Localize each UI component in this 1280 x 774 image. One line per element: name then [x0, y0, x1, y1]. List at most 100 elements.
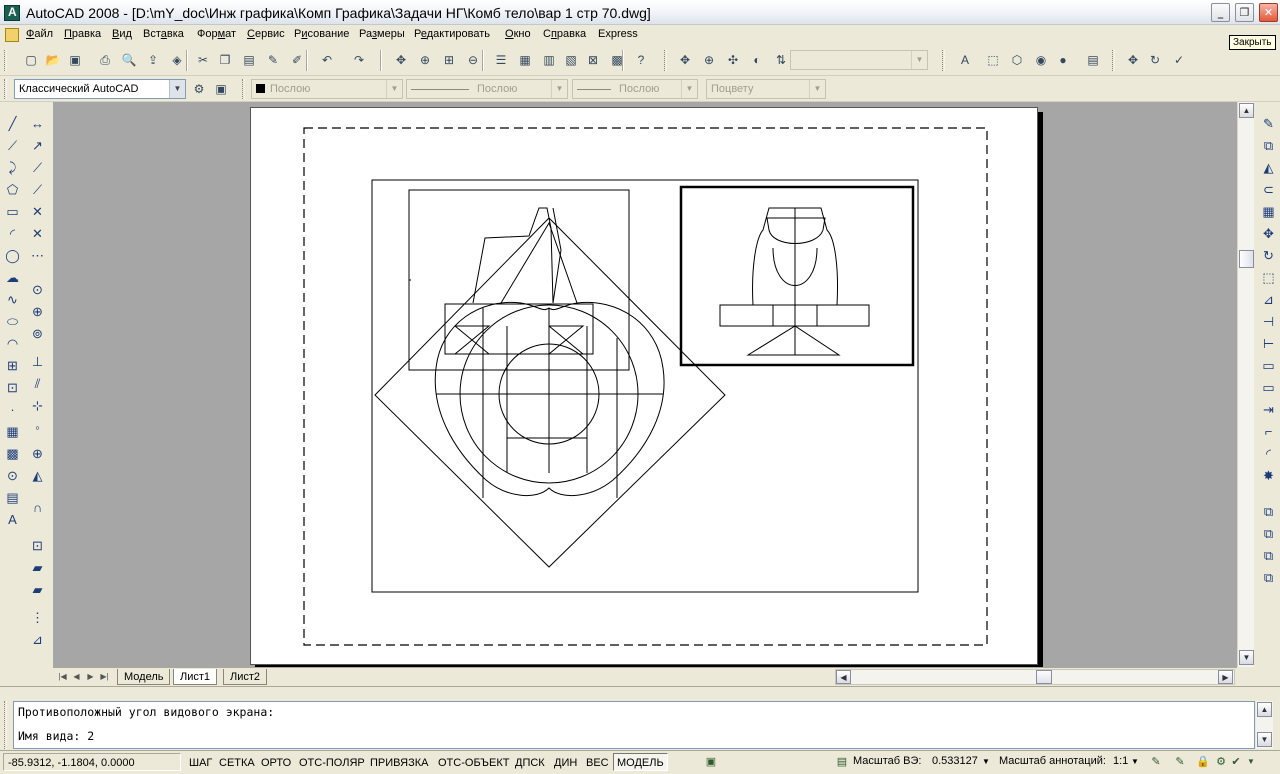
check-icon[interactable]: ✓ — [1170, 51, 1188, 69]
zoom-previous-icon[interactable]: ⊖ — [464, 51, 482, 69]
menu-item[interactable]: Сервис — [247, 28, 285, 40]
scroll-down-icon[interactable]: ▼ — [1239, 650, 1254, 665]
workspace-settings-icon[interactable]: ⚙ — [190, 80, 208, 98]
chevron-down-icon[interactable]: ▼ — [982, 757, 990, 766]
offset-icon[interactable]: ⊂ — [1259, 180, 1278, 199]
chevron-down-icon[interactable]: ▼ — [1131, 757, 1139, 766]
pan-icon-2[interactable]: ✥ — [676, 51, 694, 69]
properties-icon[interactable]: ☰ — [492, 51, 510, 69]
menu-item[interactable]: Правка — [64, 28, 101, 40]
print-icon[interactable]: ⎙ — [96, 51, 114, 69]
scroll-right-icon[interactable]: ▶ — [1218, 670, 1233, 684]
tab-model[interactable]: Модель — [117, 669, 171, 685]
help-icon[interactable]: ? — [632, 51, 650, 69]
mode-toggle-0[interactable]: ШАГ — [185, 753, 216, 771]
move-icon[interactable]: ✥ — [1259, 224, 1278, 243]
menu-item[interactable]: Файл — [26, 28, 53, 40]
menu-item[interactable]: Рисование — [294, 28, 349, 40]
prev-tab-icon[interactable]: ◀ — [70, 670, 83, 684]
array-icon[interactable]: ▦ — [1259, 202, 1278, 221]
walk-icon[interactable]: ⇅ — [772, 51, 790, 69]
ellipse-arc-icon[interactable]: ◠ — [3, 334, 22, 353]
orbit-icon[interactable]: ✣ — [724, 51, 742, 69]
mirror-icon[interactable]: ◭ — [1259, 158, 1278, 177]
aligned-dim-icon[interactable]: ↗ — [28, 136, 47, 155]
view-icon[interactable]: ⬚ — [984, 51, 1002, 69]
viewport-toggle-icon[interactable]: ▣ — [703, 754, 719, 770]
dim-text-edit-icon[interactable]: ▰ — [28, 558, 47, 577]
autocad-app-icon[interactable] — [4, 5, 20, 21]
revcloud-icon[interactable]: ☁ — [3, 268, 22, 287]
scale-icon[interactable]: ⬚ — [1259, 268, 1278, 287]
sheet-set-icon[interactable]: ▧ — [562, 51, 580, 69]
open-icon[interactable]: 📂 — [44, 51, 62, 69]
inspection-icon[interactable]: ◭ — [28, 466, 47, 485]
chamfer-icon[interactable]: ⌐ — [1259, 422, 1278, 441]
render-icon[interactable]: ◉ — [1032, 51, 1050, 69]
menu-item[interactable]: Справка — [543, 28, 586, 40]
copy-icon[interactable]: ❐ — [216, 51, 234, 69]
command-grip[interactable] — [4, 701, 7, 749]
dim-edit-icon[interactable]: ⊡ — [28, 536, 47, 555]
dim-style-icon[interactable]: ⋮ — [28, 608, 47, 627]
first-tab-icon[interactable]: |◀ — [56, 670, 69, 684]
mode-toggle-2[interactable]: ОРТО — [257, 753, 295, 771]
workspace-select[interactable]: Классический AutoCAD ▼ — [14, 79, 186, 99]
ellipse-icon[interactable]: ⬭ — [3, 312, 22, 331]
3d-publish-icon[interactable]: ◈ — [168, 51, 186, 69]
linetype-select[interactable]: Послою ▼ — [406, 79, 568, 99]
layer-icon[interactable]: ▤ — [1084, 51, 1102, 69]
angular-icon[interactable]: ⊙ — [28, 280, 47, 299]
extend-icon[interactable]: ⊢ — [1259, 334, 1278, 353]
preview-icon[interactable]: 🔍 — [120, 51, 138, 69]
mode-toggle-9[interactable]: МОДЕЛЬ — [613, 753, 668, 771]
mtext-icon[interactable]: A — [3, 510, 22, 529]
coordinate-readout[interactable]: -85.9312, -1.1804, 0.0000 — [3, 753, 181, 771]
drawing-area[interactable] — [53, 102, 1237, 667]
jogged-icon[interactable]: ✕ — [28, 224, 47, 243]
tolerance-icon[interactable]: ◦ — [28, 418, 47, 437]
text-style-icon[interactable]: A — [956, 51, 974, 69]
zoom-icon-2[interactable]: ⊕ — [700, 51, 718, 69]
viewport-lock-icon[interactable]: ▤ — [834, 754, 850, 770]
view-select[interactable]: ▼ — [790, 50, 928, 70]
lineweight-select[interactable]: Послою ▼ — [572, 79, 698, 99]
dim-space-icon[interactable]: ⫽ — [28, 374, 47, 393]
hatch-icon[interactable]: ▦ — [3, 422, 22, 441]
new-icon[interactable]: ▢ — [22, 51, 40, 69]
baseline-icon[interactable]: ⊚ — [28, 324, 47, 343]
join-icon[interactable]: ⇥ — [1259, 400, 1278, 419]
menu-item[interactable]: Вид — [112, 28, 132, 40]
tab-layout2[interactable]: Лист2 — [223, 669, 268, 685]
match-properties-icon[interactable]: ✎ — [264, 51, 282, 69]
pan-icon[interactable]: ✥ — [392, 51, 410, 69]
arc-length-icon[interactable]: ⟋ — [28, 158, 47, 177]
draworder-back-icon[interactable]: ⧉ — [1259, 524, 1278, 543]
menu-item[interactable]: Express — [598, 28, 638, 40]
line-icon[interactable]: ╱ — [3, 114, 22, 133]
command-scrollbar[interactable]: ▲ ▼ — [1256, 701, 1273, 749]
jogged-linear-icon[interactable]: ∩ — [28, 498, 47, 517]
redo-icon[interactable]: ↷ — [350, 51, 368, 69]
break-point-icon[interactable]: ▭ — [1259, 356, 1278, 375]
region-icon[interactable]: ⊙ — [3, 466, 22, 485]
explode-icon[interactable]: ✸ — [1259, 466, 1278, 485]
minimize-button[interactable]: _ — [1211, 3, 1230, 22]
paste-icon[interactable]: ▤ — [240, 51, 258, 69]
material-icon[interactable]: ● — [1054, 51, 1072, 69]
auto-scale-icon[interactable]: ✎ — [1172, 754, 1188, 770]
block-editor-icon[interactable]: ✐ — [288, 51, 306, 69]
spline-icon[interactable]: ∿ — [3, 290, 22, 309]
menu-item[interactable]: Вставка — [143, 28, 184, 40]
point-icon[interactable]: · — [3, 400, 22, 419]
mode-toggle-5[interactable]: ОТС-ОБЪЕКТ — [434, 753, 513, 771]
toolbar-grip[interactable] — [242, 79, 245, 99]
scroll-thumb[interactable] — [1036, 670, 1052, 684]
gradient-icon[interactable]: ▩ — [3, 444, 22, 463]
ordinate-icon[interactable]: ⟋ — [28, 180, 47, 199]
vertical-scrollbar[interactable]: ▲ ▼ — [1237, 102, 1254, 667]
polyline-icon[interactable]: ⤸ — [3, 158, 22, 177]
lock-icon[interactable]: 🔒 — [1195, 754, 1211, 770]
arc-icon[interactable]: ◜ — [3, 224, 22, 243]
polygon-icon[interactable]: ⬠ — [3, 180, 22, 199]
